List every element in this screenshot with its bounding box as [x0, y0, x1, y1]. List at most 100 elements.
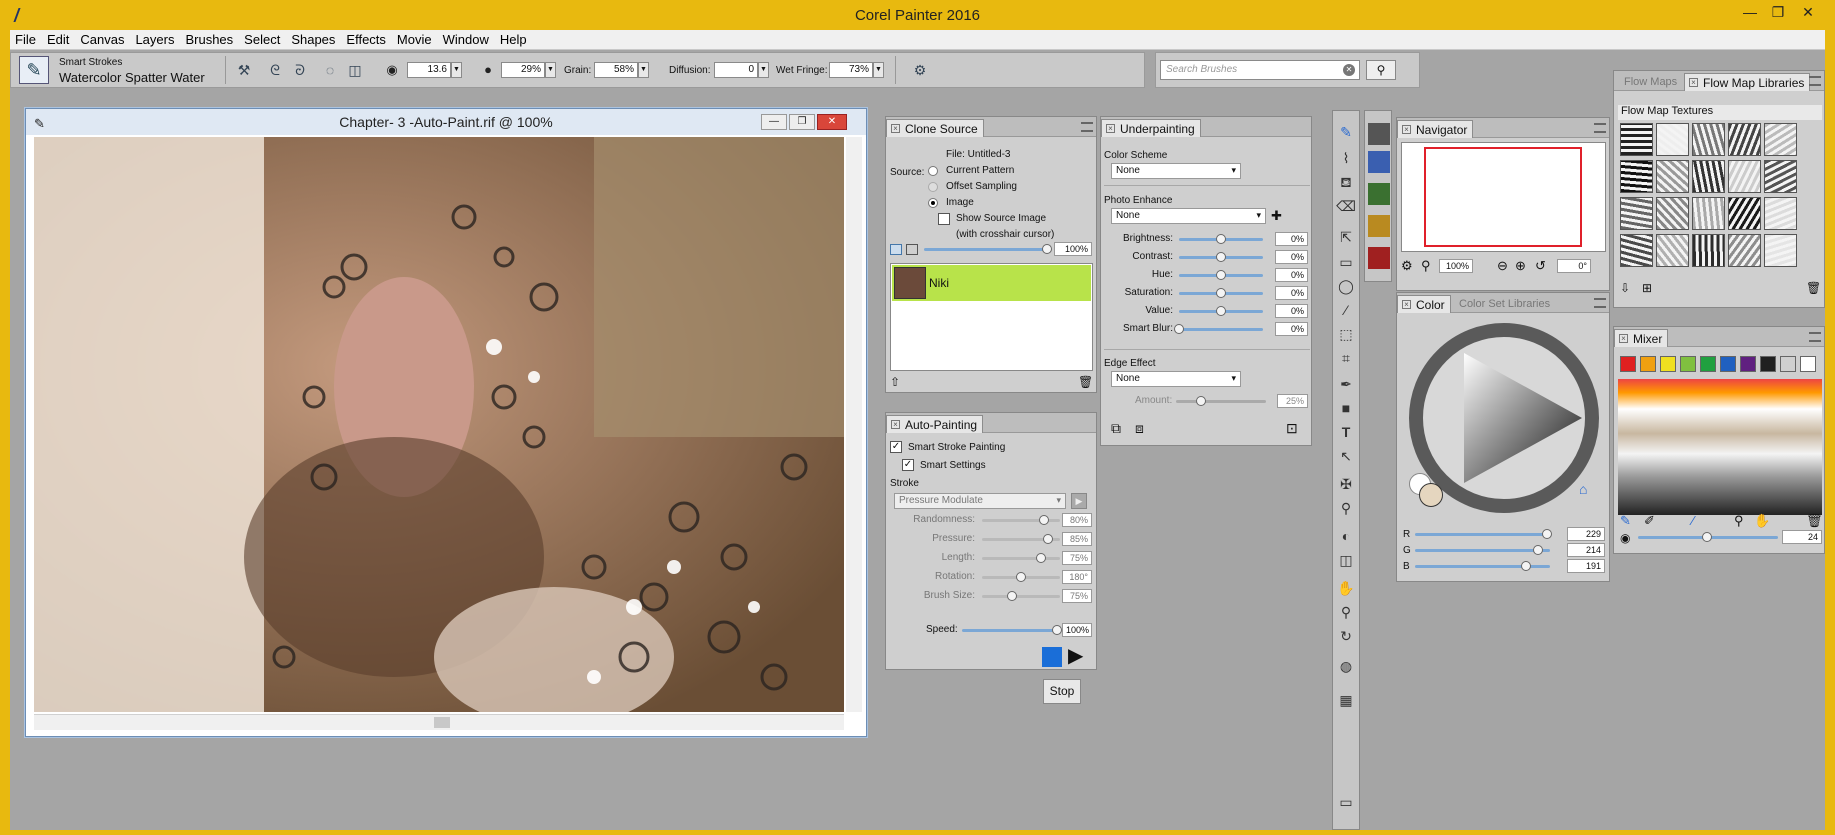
under-value-0[interactable]: 0%: [1275, 232, 1308, 246]
mixer-knife-icon[interactable]: ✐: [1644, 513, 1655, 529]
doc-close-button[interactable]: ✕: [817, 114, 847, 130]
g-knob[interactable]: [1533, 545, 1543, 555]
brush-tracking-icon[interactable]: ⚙: [911, 61, 929, 79]
rotation-field[interactable]: 0°: [1557, 259, 1591, 273]
zoom-in-icon[interactable]: ⊕: [1515, 258, 1526, 274]
panel-menu-icon[interactable]: [1809, 332, 1821, 342]
auto-value-2[interactable]: 75%: [1062, 551, 1092, 565]
amount-value[interactable]: 25%: [1277, 394, 1308, 408]
under-knob-1[interactable]: [1216, 252, 1226, 262]
eraser-tool-icon[interactable]: ⌫: [1333, 195, 1359, 217]
speed-slider[interactable]: [962, 629, 1057, 632]
mixer-color-swatch[interactable]: [1760, 356, 1776, 372]
clone-layers-icon[interactable]: [906, 244, 918, 255]
mixer-brush-icon[interactable]: ✎: [1620, 513, 1631, 529]
rotate-page-icon[interactable]: ↻: [1333, 625, 1359, 647]
stroke-dropdown[interactable]: Pressure Modulate: [894, 493, 1066, 509]
mirror-tool-icon[interactable]: ◫: [1333, 549, 1359, 571]
tab-navigator[interactable]: × Navigator: [1397, 120, 1474, 138]
close-button[interactable]: ✕: [1796, 2, 1820, 22]
zoom-out-icon[interactable]: ⊖: [1497, 258, 1508, 274]
clear-search-icon[interactable]: ✕: [1343, 64, 1355, 76]
under-knob-0[interactable]: [1216, 234, 1226, 244]
stop-button[interactable]: Stop: [1043, 679, 1081, 704]
flow-map-texture[interactable]: [1656, 160, 1689, 193]
b-value[interactable]: 191: [1567, 559, 1605, 573]
menu-edit[interactable]: Edit: [42, 30, 75, 47]
nozzle-icon[interactable]: [1368, 247, 1390, 269]
mixer-color-swatch[interactable]: [1700, 356, 1716, 372]
rect-select-icon[interactable]: ▭: [1333, 251, 1359, 273]
mixer-color-swatch[interactable]: [1780, 356, 1796, 372]
panel-menu-icon[interactable]: [1809, 76, 1821, 86]
flow-map-texture[interactable]: [1620, 160, 1653, 193]
mixer-color-swatch[interactable]: [1680, 356, 1696, 372]
auto-knob-0[interactable]: [1039, 515, 1050, 525]
size-field[interactable]: 13.6: [407, 62, 451, 78]
brush-category[interactable]: Smart Strokes: [59, 57, 122, 68]
new-source-icon[interactable]: ⇧: [890, 375, 900, 389]
pen-tool-icon[interactable]: ✒: [1333, 373, 1359, 395]
color-swatch-icon[interactable]: ◍: [1333, 655, 1359, 677]
stop-square-icon[interactable]: [1042, 647, 1062, 667]
flow-map-texture[interactable]: [1692, 197, 1725, 230]
clone-opacity-knob[interactable]: [1042, 244, 1052, 254]
mixer-color-swatch[interactable]: [1640, 356, 1656, 372]
amount-knob[interactable]: [1196, 396, 1206, 406]
auto-value-1[interactable]: 85%: [1062, 532, 1092, 546]
under-knob-2[interactable]: [1216, 270, 1226, 280]
current-pattern-radio[interactable]: [928, 166, 938, 176]
brush-variant[interactable]: Watercolor Spatter Water: [59, 70, 205, 85]
under-slider-5[interactable]: [1179, 328, 1263, 331]
under-value-5[interactable]: 0%: [1275, 322, 1308, 336]
menu-help[interactable]: Help: [495, 30, 533, 47]
flow-map-icon[interactable]: [1368, 151, 1390, 173]
flow-map-texture[interactable]: [1728, 197, 1761, 230]
flow-map-texture[interactable]: [1764, 160, 1797, 193]
mixer-grab-icon[interactable]: ✋: [1754, 513, 1770, 529]
reset-rotation-icon[interactable]: ↺: [1535, 258, 1546, 274]
tab-flow-map-libraries[interactable]: × Flow Map Libraries: [1684, 73, 1811, 91]
under-value-1[interactable]: 0%: [1275, 250, 1308, 264]
amount-slider[interactable]: [1176, 400, 1266, 403]
cloner-tool-icon[interactable]: ✠: [1333, 473, 1359, 495]
auto-knob-2[interactable]: [1035, 553, 1046, 563]
menu-brushes[interactable]: Brushes: [180, 30, 239, 47]
menu-select[interactable]: Select: [239, 30, 286, 47]
stroke-icon[interactable]: ᘓ: [266, 61, 284, 79]
flow-map-texture[interactable]: [1764, 197, 1797, 230]
search-icon[interactable]: ⚲: [1366, 60, 1396, 80]
mixer-color-swatch[interactable]: [1800, 356, 1816, 372]
flow-new-icon[interactable]: ⊞: [1642, 281, 1652, 295]
mixer-zoom-icon[interactable]: ⚲: [1734, 513, 1744, 529]
grabber-icon[interactable]: ✋: [1333, 577, 1359, 599]
navigator-zoom-icon[interactable]: ⚲: [1421, 258, 1431, 274]
clone-color-icon[interactable]: ⌂: [1579, 481, 1587, 497]
b-knob[interactable]: [1521, 561, 1531, 571]
tab-mixer[interactable]: × Mixer: [1614, 329, 1669, 347]
auto-value-3[interactable]: 180°: [1062, 570, 1092, 584]
flow-map-texture[interactable]: [1728, 160, 1761, 193]
wet-fringe-field[interactable]: 73%: [829, 62, 873, 78]
brush-selector-icon[interactable]: ✎: [19, 56, 49, 84]
auto-knob-3[interactable]: [1016, 572, 1026, 582]
vertical-scrollbar[interactable]: [846, 137, 862, 712]
opacity-dropdown[interactable]: ▼: [545, 62, 556, 78]
apply-icon[interactable]: ⊡: [1286, 420, 1298, 437]
mixer-color-swatch[interactable]: [1660, 356, 1676, 372]
speed-knob[interactable]: [1052, 625, 1062, 635]
opacity-field[interactable]: 29%: [501, 62, 545, 78]
painting-canvas[interactable]: [34, 137, 844, 712]
under-knob-4[interactable]: [1216, 306, 1226, 316]
r-value[interactable]: 229: [1567, 527, 1605, 541]
flow-map-texture[interactable]: [1620, 123, 1653, 156]
under-knob-5[interactable]: [1174, 324, 1184, 334]
flow-map-texture[interactable]: [1764, 234, 1797, 267]
under-value-3[interactable]: 0%: [1275, 286, 1308, 300]
g-value[interactable]: 214: [1567, 543, 1605, 557]
shape-select-icon[interactable]: ↖: [1333, 445, 1359, 467]
diffusion-field[interactable]: 0: [714, 62, 758, 78]
auto-paint-icon[interactable]: ⧈: [1135, 420, 1144, 437]
offset-sampling-radio[interactable]: [928, 182, 938, 192]
flow-map-texture[interactable]: [1620, 197, 1653, 230]
